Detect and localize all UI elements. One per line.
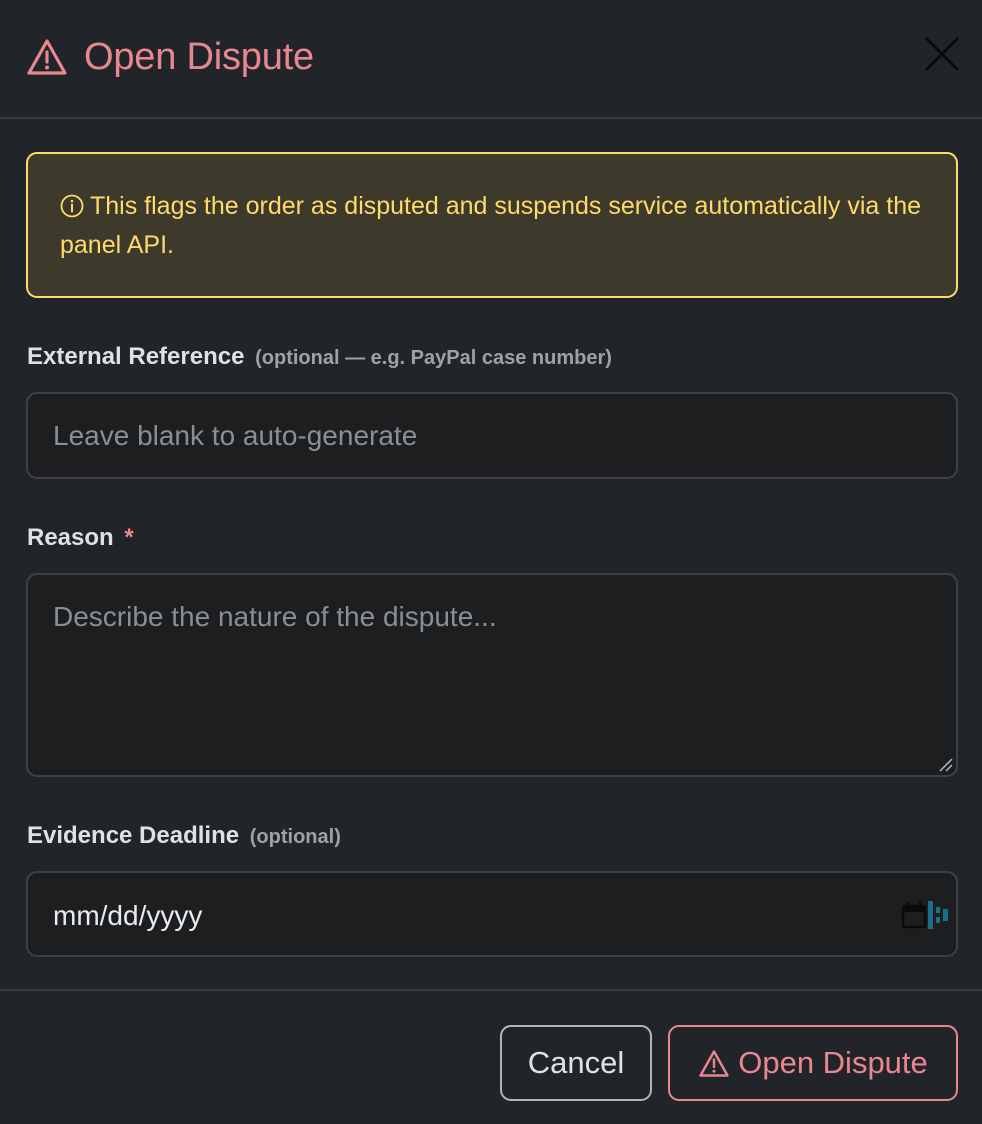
evidence-deadline-label: Evidence Deadline (optional) [27, 822, 341, 850]
external-reference-input[interactable] [26, 392, 958, 479]
modal-footer: Cancel Open Dispute [0, 989, 982, 1124]
calendar-icon[interactable] [901, 901, 927, 929]
required-asterisk: * [124, 524, 134, 551]
open-dispute-button-label: Open Dispute [738, 1045, 928, 1080]
evidence-deadline-hint: (optional) [249, 826, 341, 848]
external-reference-hint: (optional — e.g. PayPal case number) [255, 347, 612, 369]
cancel-button[interactable]: Cancel [500, 1025, 652, 1101]
reason-textarea[interactable] [26, 573, 958, 777]
close-icon [924, 36, 960, 77]
external-reference-label-text: External Reference [27, 343, 245, 370]
date-input-value[interactable]: mm/dd/yyyy [53, 900, 202, 932]
open-dispute-button[interactable]: Open Dispute [668, 1025, 958, 1101]
warning-triangle-icon [26, 38, 68, 76]
modal-header: Open Dispute [0, 0, 982, 119]
modal-title-text: Open Dispute [84, 35, 314, 78]
evidence-deadline-label-text: Evidence Deadline [27, 822, 240, 849]
cancel-button-label: Cancel [527, 1045, 625, 1080]
evidence-deadline-date-input[interactable]: mm/dd/yyyy [26, 871, 958, 957]
resize-handle-icon[interactable] [938, 757, 954, 773]
reason-label-text: Reason [27, 524, 114, 551]
external-reference-label: External Reference (optional — e.g. PayP… [27, 343, 612, 371]
password-manager-icon[interactable] [926, 899, 950, 931]
close-button[interactable] [920, 34, 964, 78]
alert-text: This flags the order as disputed and sus… [60, 192, 922, 259]
info-circle-icon [60, 194, 84, 218]
modal-title: Open Dispute [26, 33, 314, 81]
warning-alert: This flags the order as disputed and sus… [26, 152, 958, 298]
open-dispute-modal: Open Dispute This flags the order as dis… [0, 0, 982, 1124]
reason-label: Reason * [27, 524, 134, 552]
warning-triangle-icon [698, 1049, 730, 1078]
